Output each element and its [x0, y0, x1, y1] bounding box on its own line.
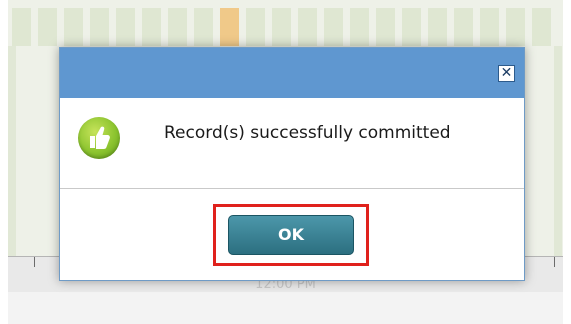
schedule-column: [90, 8, 109, 46]
schedule-column: [194, 8, 213, 46]
schedule-column: [272, 8, 291, 46]
schedule-column: [350, 8, 369, 46]
schedule-column: [428, 8, 447, 46]
schedule-column: [246, 8, 265, 46]
schedule-column: [168, 8, 187, 46]
schedule-column: [324, 8, 343, 46]
schedule-column: [116, 8, 135, 46]
schedule-column: [298, 8, 317, 46]
grid-stripe: [8, 46, 16, 256]
confirmation-dialog: ✕ Record(s) successfully committed OK: [59, 47, 525, 281]
schedule-column: [454, 8, 473, 46]
dialog-body: Record(s) successfully committed: [60, 98, 524, 189]
ok-button[interactable]: OK: [228, 215, 354, 255]
grid-stripe: [554, 46, 562, 256]
axis-tick: [554, 257, 555, 267]
dialog-titlebar: ✕: [60, 48, 524, 98]
schedule-column: [402, 8, 421, 46]
close-button[interactable]: ✕: [498, 65, 515, 82]
schedule-column-current: [220, 8, 239, 46]
axis-tick: [34, 257, 35, 267]
schedule-column: [480, 8, 499, 46]
schedule-footer: [8, 292, 563, 324]
schedule-column: [506, 8, 525, 46]
schedule-column: [38, 8, 57, 46]
schedule-column: [532, 8, 551, 46]
success-message: Record(s) successfully committed: [164, 123, 451, 143]
schedule-column: [12, 8, 31, 46]
schedule-header-strip: [8, 0, 563, 46]
schedule-column: [376, 8, 395, 46]
thumbs-up-icon: [78, 117, 120, 159]
schedule-column: [142, 8, 161, 46]
schedule-column: [64, 8, 83, 46]
close-icon: ✕: [500, 65, 513, 81]
